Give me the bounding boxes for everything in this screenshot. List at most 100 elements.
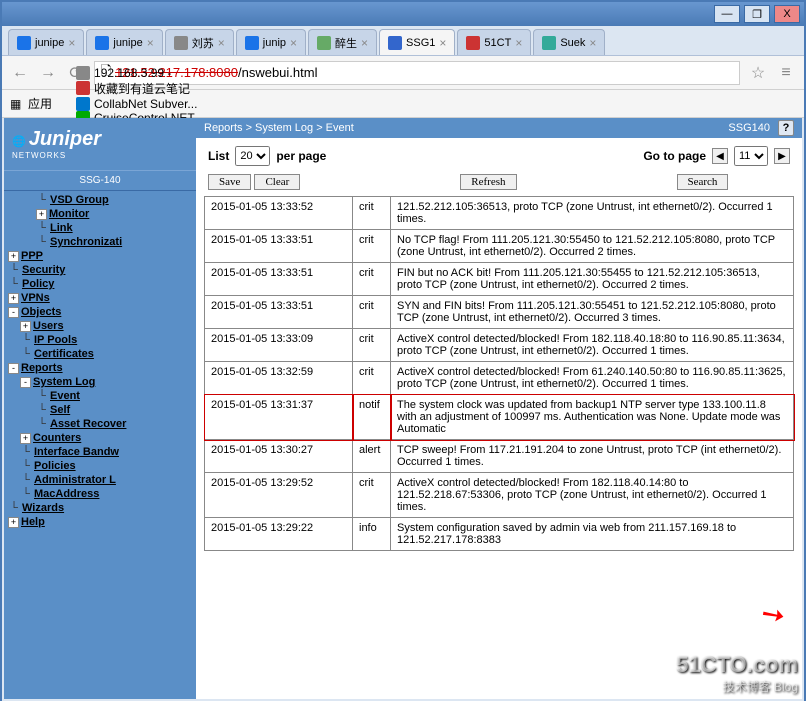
browser-tab-3[interactable]: junip× bbox=[236, 29, 306, 55]
nav-item-monitor[interactable]: +Monitor bbox=[4, 207, 196, 221]
tab-close-icon[interactable]: × bbox=[515, 36, 522, 50]
expand-icon[interactable]: + bbox=[20, 433, 31, 444]
tab-close-icon[interactable]: × bbox=[68, 36, 75, 50]
page-select[interactable]: 11 bbox=[734, 146, 768, 166]
nav-item-policy[interactable]: └Policy bbox=[4, 277, 196, 291]
browser-tab-2[interactable]: 刘苏× bbox=[165, 29, 234, 55]
expand-icon[interactable]: + bbox=[8, 293, 19, 304]
brand-name: Juniper bbox=[29, 128, 101, 150]
nav-item-event[interactable]: └Event bbox=[4, 389, 196, 403]
expand-icon[interactable]: + bbox=[8, 517, 19, 528]
browser-tab-0[interactable]: junipe× bbox=[8, 29, 84, 55]
expand-icon[interactable]: + bbox=[20, 321, 31, 332]
nav-link[interactable]: Link bbox=[50, 222, 73, 234]
nav-link[interactable]: Monitor bbox=[49, 208, 89, 220]
nav-link[interactable]: Objects bbox=[21, 306, 61, 318]
expand-icon[interactable]: + bbox=[8, 251, 19, 262]
nav-item-users[interactable]: +Users bbox=[4, 319, 196, 333]
nav-link[interactable]: Asset Recover bbox=[50, 418, 126, 430]
nav-link[interactable]: Administrator L bbox=[34, 474, 116, 486]
nav-item-link[interactable]: └Link bbox=[4, 221, 196, 235]
search-button[interactable]: Search bbox=[677, 174, 729, 190]
browser-tab-4[interactable]: 醉生× bbox=[308, 29, 377, 55]
menu-icon[interactable]: ≡ bbox=[776, 63, 796, 83]
nav-item-wizards[interactable]: └Wizards bbox=[4, 501, 196, 515]
nav-item-certificates[interactable]: └Certificates bbox=[4, 347, 196, 361]
nav-item-reports[interactable]: -Reports bbox=[4, 361, 196, 375]
nav-link[interactable]: VSD Group bbox=[50, 194, 109, 206]
nav-link[interactable]: Policy bbox=[22, 278, 54, 290]
log-severity: crit bbox=[353, 329, 391, 362]
expand-icon[interactable]: - bbox=[8, 363, 19, 374]
nav-link[interactable]: Counters bbox=[33, 432, 81, 444]
nav-item-objects[interactable]: -Objects bbox=[4, 305, 196, 319]
nav-link[interactable]: Security bbox=[22, 264, 65, 276]
nav-item-vsd-group[interactable]: └VSD Group bbox=[4, 193, 196, 207]
bookmark-item-2[interactable]: CollabNet Subver... bbox=[76, 97, 205, 111]
page-next-button[interactable]: ▶ bbox=[774, 148, 790, 164]
nav-item-asset-recover[interactable]: └Asset Recover bbox=[4, 417, 196, 431]
nav-item-ip-pools[interactable]: └IP Pools bbox=[4, 333, 196, 347]
nav-item-ppp[interactable]: +PPP bbox=[4, 249, 196, 263]
perpage-select[interactable]: 20 bbox=[235, 146, 270, 166]
tab-close-icon[interactable]: × bbox=[589, 36, 596, 50]
nav-link[interactable]: Self bbox=[50, 404, 70, 416]
tab-favicon bbox=[466, 36, 480, 50]
tab-label: SSG1 bbox=[406, 37, 435, 49]
browser-tab-5[interactable]: SSG1 × bbox=[379, 29, 455, 55]
nav-link[interactable]: Certificates bbox=[34, 348, 94, 360]
refresh-button[interactable]: Refresh bbox=[460, 174, 516, 190]
forward-button[interactable]: → bbox=[38, 63, 58, 83]
nav-link[interactable]: Event bbox=[50, 390, 80, 402]
nav-link[interactable]: Wizards bbox=[22, 502, 64, 514]
tab-close-icon[interactable]: × bbox=[218, 36, 225, 50]
tab-close-icon[interactable]: × bbox=[439, 36, 446, 50]
nav-link[interactable]: VPNs bbox=[21, 292, 50, 304]
nav-item-security[interactable]: └Security bbox=[4, 263, 196, 277]
help-icon[interactable]: ? bbox=[778, 120, 794, 136]
expand-icon[interactable]: - bbox=[8, 307, 19, 318]
tab-close-icon[interactable]: × bbox=[361, 36, 368, 50]
nav-item-vpns[interactable]: +VPNs bbox=[4, 291, 196, 305]
nav-link[interactable]: Users bbox=[33, 320, 64, 332]
nav-link[interactable]: System Log bbox=[33, 376, 95, 388]
tree-branch-icon: └ bbox=[20, 488, 32, 500]
browser-tab-1[interactable]: junipe× bbox=[86, 29, 162, 55]
save-button[interactable]: Save bbox=[208, 174, 251, 190]
nav-item-interface-bandw[interactable]: └Interface Bandw bbox=[4, 445, 196, 459]
nav-link[interactable]: Interface Bandw bbox=[34, 446, 119, 458]
bookmark-star-icon[interactable]: ☆ bbox=[748, 63, 768, 83]
tab-close-icon[interactable]: × bbox=[290, 36, 297, 50]
close-button[interactable]: X bbox=[774, 5, 800, 23]
expand-icon[interactable]: + bbox=[36, 209, 47, 220]
page-prev-button[interactable]: ◀ bbox=[712, 148, 728, 164]
bookmark-item-1[interactable]: 收藏到有道云笔记 bbox=[76, 80, 205, 97]
nav-item-system-log[interactable]: -System Log bbox=[4, 375, 196, 389]
maximize-button[interactable]: ❐ bbox=[744, 5, 770, 23]
nav-link[interactable]: Policies bbox=[34, 460, 76, 472]
bookmark-item-0[interactable]: 192.168.3.99 - bbox=[76, 66, 205, 80]
nav-item-administrator-l[interactable]: └Administrator L bbox=[4, 473, 196, 487]
nav-item-macaddress[interactable]: └MacAddress bbox=[4, 487, 196, 501]
log-timestamp: 2015-01-05 13:33:09 bbox=[205, 329, 353, 362]
tab-close-icon[interactable]: × bbox=[147, 36, 154, 50]
nav-link[interactable]: PPP bbox=[21, 250, 43, 262]
browser-tab-7[interactable]: Suek× bbox=[533, 29, 605, 55]
back-button[interactable]: ← bbox=[10, 63, 30, 83]
browser-tab-6[interactable]: 51CT× bbox=[457, 29, 531, 55]
nav-link[interactable]: MacAddress bbox=[34, 488, 99, 500]
nav-item-synchronizati[interactable]: └Synchronizati bbox=[4, 235, 196, 249]
nav-item-help[interactable]: +Help bbox=[4, 515, 196, 529]
nav-link[interactable]: Reports bbox=[21, 362, 63, 374]
nav-link[interactable]: Synchronizati bbox=[50, 236, 122, 248]
nav-link[interactable]: IP Pools bbox=[34, 334, 77, 346]
minimize-button[interactable]: — bbox=[714, 5, 740, 23]
nav-item-policies[interactable]: └Policies bbox=[4, 459, 196, 473]
log-message: No TCP flag! From 111.205.121.30:55450 t… bbox=[391, 230, 794, 263]
clear-button[interactable]: Clear bbox=[254, 174, 300, 190]
nav-item-counters[interactable]: +Counters bbox=[4, 431, 196, 445]
apps-button[interactable]: ▦ 应用 bbox=[10, 95, 52, 112]
nav-link[interactable]: Help bbox=[21, 516, 45, 528]
nav-item-self[interactable]: └Self bbox=[4, 403, 196, 417]
expand-icon[interactable]: - bbox=[20, 377, 31, 388]
